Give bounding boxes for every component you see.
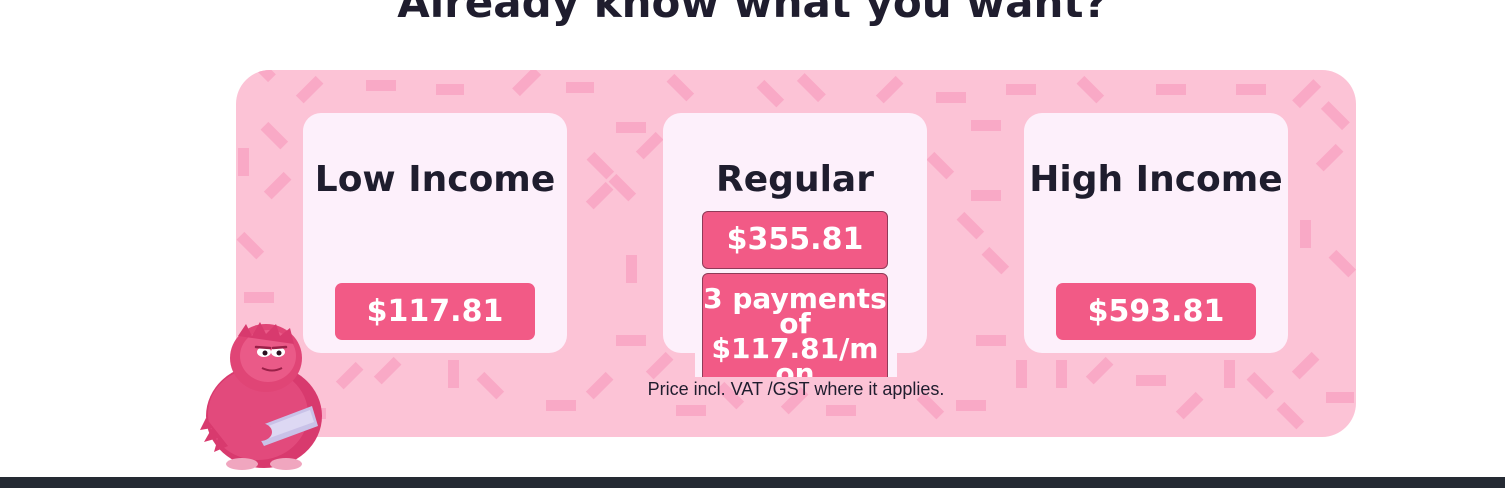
regular-installments-button[interactable]: 3 payments of $117.81/mon (702, 273, 888, 377)
high-income-price-button[interactable]: $593.81 (1056, 283, 1256, 340)
section-heading: Already know what you want? (397, 0, 1108, 27)
plan-title: Regular (716, 159, 874, 200)
mascot-icon (200, 322, 322, 470)
footer-bar (0, 477, 1505, 488)
plan-card-low-income: Low Income $117.81 (303, 113, 567, 353)
plan-title: Low Income (314, 159, 556, 200)
pricing-panel: Low Income $117.81 Regular High Income $… (236, 70, 1356, 437)
low-income-price-button[interactable]: $117.81 (335, 283, 535, 340)
plan-card-high-income: High Income $593.81 (1024, 113, 1288, 353)
plan-title: High Income (1029, 159, 1283, 200)
regular-price-button[interactable]: $355.81 (702, 211, 888, 269)
vat-note: Price incl. VAT /GST where it applies. (647, 379, 945, 399)
regular-payment-options: $355.81 3 payments of $117.81/mon (695, 204, 897, 377)
